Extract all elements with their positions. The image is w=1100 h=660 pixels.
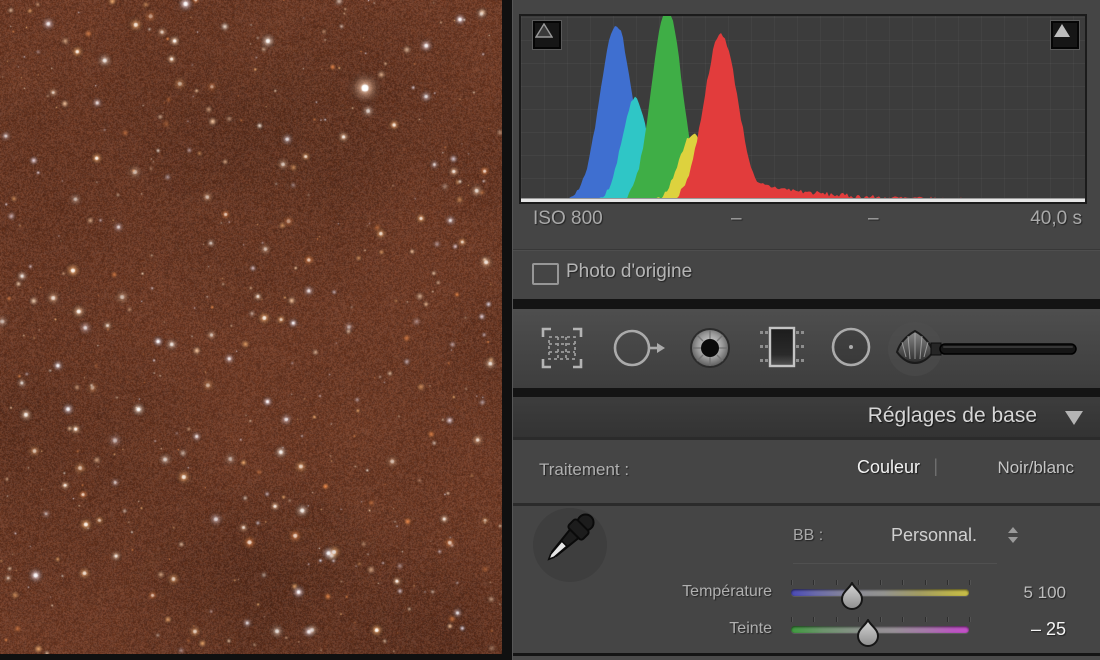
tool-strip bbox=[513, 309, 1100, 388]
shutter-speed-value: 40,0 s bbox=[1030, 208, 1082, 229]
adjustment-brush-icon bbox=[888, 322, 1077, 376]
tint-value[interactable]: – 25 bbox=[1031, 619, 1066, 640]
dropdown-arrows-icon[interactable] bbox=[1007, 526, 1019, 544]
original-photo-checkbox[interactable] bbox=[532, 263, 559, 285]
section-gap bbox=[513, 299, 1100, 309]
radial-filter-icon bbox=[831, 327, 871, 367]
next-section-edge bbox=[513, 656, 1100, 660]
wb-eyedropper-button[interactable] bbox=[533, 508, 607, 582]
temperature-slider-track[interactable] bbox=[791, 582, 969, 610]
red-eye-tool-button[interactable] bbox=[685, 323, 735, 378]
divider bbox=[793, 563, 997, 564]
exif-row: ISO 800 – – 40,0 s bbox=[513, 208, 1100, 246]
aperture-placeholder: – bbox=[868, 208, 879, 229]
shadow-clipping-button[interactable] bbox=[532, 20, 562, 50]
graduated-filter-icon bbox=[760, 326, 804, 368]
lightroom-develop-view: ISO 800 – – 40,0 s Photo d'origine Régla… bbox=[0, 0, 1100, 660]
wb-preset-dropdown[interactable]: Personnal. bbox=[891, 525, 977, 546]
spot-removal-tool-button[interactable] bbox=[610, 323, 666, 378]
graduated-filter-tool-button[interactable] bbox=[757, 323, 807, 376]
shadow-clipping-triangle-icon bbox=[535, 23, 553, 38]
adjustment-brush-tool-button[interactable] bbox=[885, 319, 1081, 382]
histogram-curves bbox=[521, 16, 1085, 202]
temperature-label: Température bbox=[682, 583, 772, 600]
basic-panel-header[interactable]: Réglages de base bbox=[513, 397, 1100, 437]
tint-slider-thumb[interactable] bbox=[855, 619, 881, 647]
focal-length-placeholder: – bbox=[731, 208, 742, 229]
tint-slider-track[interactable] bbox=[791, 619, 969, 647]
treatment-label: Traitement : bbox=[539, 460, 630, 479]
red-eye-icon bbox=[690, 328, 730, 368]
radial-filter-tool-button[interactable] bbox=[828, 324, 874, 375]
right-panel: ISO 800 – – 40,0 s Photo d'origine Régla… bbox=[512, 0, 1100, 660]
temperature-slider-thumb[interactable] bbox=[839, 582, 865, 610]
spot-removal-icon bbox=[613, 329, 665, 367]
eyedropper-icon bbox=[547, 513, 595, 561]
iso-value: ISO 800 bbox=[533, 208, 603, 229]
wb-label: BB : bbox=[793, 527, 824, 544]
basic-panel-title: Réglages de base bbox=[867, 404, 1037, 427]
histogram[interactable] bbox=[519, 14, 1087, 204]
section-gap bbox=[513, 388, 1100, 397]
treatment-color-option[interactable]: Couleur bbox=[857, 457, 920, 478]
collapse-triangle-icon[interactable] bbox=[1064, 410, 1084, 426]
original-photo-label[interactable]: Photo d'origine bbox=[566, 261, 692, 283]
divider bbox=[513, 249, 1100, 250]
treatment-options-separator: | bbox=[933, 456, 938, 476]
treatment-bw-option[interactable]: Noir/blanc bbox=[997, 458, 1074, 478]
highlight-clipping-triangle-icon bbox=[1054, 24, 1070, 37]
treatment-row: Traitement : Couleur | Noir/blanc bbox=[513, 440, 1100, 503]
original-photo-row: Photo d'origine bbox=[513, 252, 1100, 299]
temperature-ticks bbox=[791, 580, 970, 586]
temperature-value[interactable]: 5 100 bbox=[1023, 583, 1066, 603]
white-balance-section: BB : Personnal. Température 5 100 Teinte bbox=[513, 506, 1100, 653]
crop-tool-button[interactable] bbox=[539, 325, 585, 376]
photo-canvas-starfield[interactable] bbox=[0, 0, 502, 654]
tint-label: Teinte bbox=[729, 620, 772, 637]
highlight-clipping-button[interactable] bbox=[1050, 20, 1080, 50]
crop-icon bbox=[541, 327, 583, 369]
